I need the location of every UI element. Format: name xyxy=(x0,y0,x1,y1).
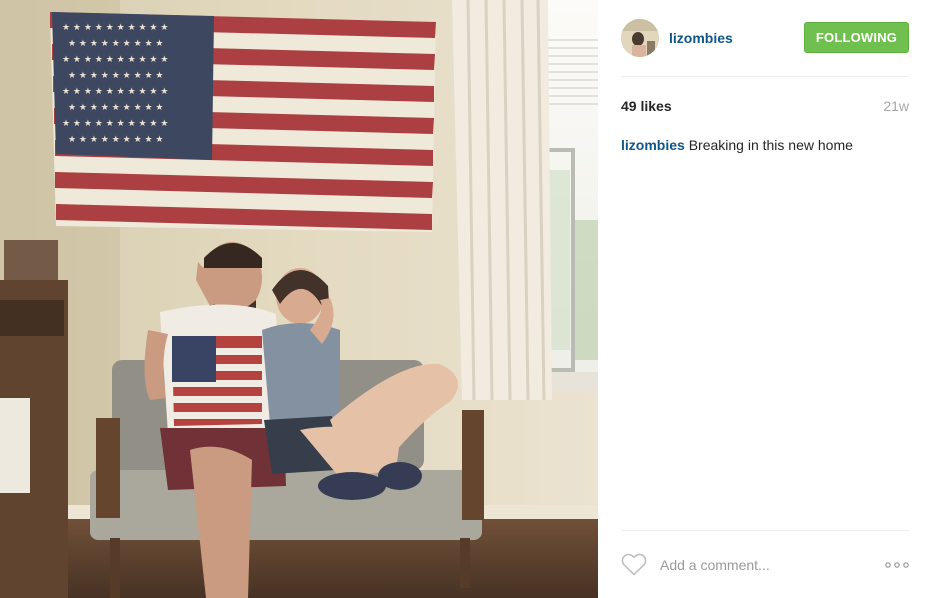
avatar[interactable] xyxy=(621,19,659,57)
comment-bar xyxy=(621,530,909,598)
caption-username[interactable]: lizombies xyxy=(621,137,685,153)
post-photo[interactable]: ★ ★ ★ ★ ★ ★ ★ ★ ★ ★ ★ ★ ★ ★ ★ ★ ★ ★ ★ ★ … xyxy=(0,0,598,598)
heart-outline-icon xyxy=(621,553,647,576)
post-caption: lizombies Breaking in this new home xyxy=(621,136,909,154)
post-age[interactable]: 21w xyxy=(883,98,909,114)
post-image: ★ ★ ★ ★ ★ ★ ★ ★ ★ ★ ★ ★ ★ ★ ★ ★ ★ ★ ★ ★ … xyxy=(0,0,598,598)
post-sidebar: lizombies FOLLOWING 49 likes 21w lizombi… xyxy=(598,0,930,598)
more-options-button[interactable] xyxy=(883,560,909,570)
comment-input[interactable] xyxy=(660,556,883,573)
more-options-icon xyxy=(885,561,909,568)
following-button[interactable]: FOLLOWING xyxy=(804,22,909,53)
like-button[interactable] xyxy=(621,552,649,578)
post-meta: 49 likes 21w xyxy=(621,98,909,114)
caption-text: Breaking in this new home xyxy=(688,137,853,153)
post-header: lizombies FOLLOWING xyxy=(621,0,909,77)
post-author-username[interactable]: lizombies xyxy=(669,30,733,46)
likes-count[interactable]: 49 likes xyxy=(621,98,672,114)
